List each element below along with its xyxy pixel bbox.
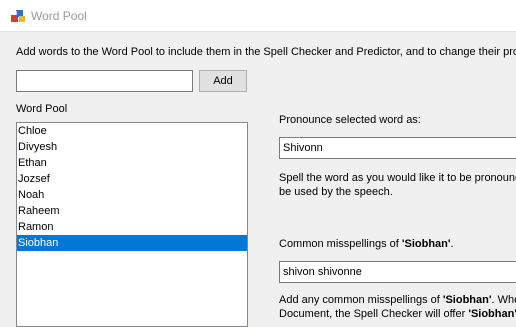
misspellings-label-word: 'Siobhan' [401, 238, 451, 250]
intro-text: Add words to the Word Pool to include th… [16, 46, 516, 58]
window-title: Word Pool [31, 9, 87, 23]
pronounce-input[interactable] [279, 137, 516, 159]
word-pool-item[interactable]: Ramon [17, 219, 247, 235]
word-pool-item[interactable]: Jozsef [17, 171, 247, 187]
help-line2-word: 'Siobhan' [468, 308, 516, 320]
word-pool-item[interactable]: Raheem [17, 203, 247, 219]
word-pool-item[interactable]: Ethan [17, 155, 247, 171]
help-line1-suffix: . Wher [491, 294, 516, 306]
pronounce-label: Pronounce selected word as: [279, 114, 421, 126]
title-bar: Word Pool [0, 0, 516, 32]
word-pool-label: Word Pool [16, 103, 68, 115]
app-icon [11, 10, 25, 22]
misspellings-help-line: Add any common misspellings of 'Siobhan'… [279, 293, 516, 307]
help-line2-prefix: Document, the Spell Checker will offer [279, 308, 469, 320]
misspellings-label-suffix: . [450, 238, 454, 250]
misspellings-input[interactable] [279, 261, 516, 283]
help-line1-word: 'Siobhan' [442, 294, 492, 306]
help-line1-prefix: Add any common misspellings of [279, 294, 443, 306]
word-pool-item[interactable]: Chloe [17, 123, 247, 139]
misspellings-help-line: Document, the Spell Checker will offer '… [279, 307, 516, 321]
misspellings-label-prefix: Common misspellings of [279, 238, 402, 250]
pronounce-help-text: Spell the word as you would like it to b… [279, 171, 516, 199]
word-pool-item[interactable]: Noah [17, 187, 247, 203]
add-button[interactable]: Add [199, 70, 247, 92]
misspellings-help-text: Add any common misspellings of 'Siobhan'… [279, 293, 516, 321]
pronounce-help-line: be used by the speech. [279, 186, 393, 198]
add-word-input[interactable] [16, 70, 193, 92]
misspellings-label: Common misspellings of 'Siobhan'. [279, 238, 454, 250]
word-pool-item[interactable]: Siobhan [17, 235, 247, 251]
pronounce-help-line: Spell the word as you would like it to b… [279, 172, 516, 184]
word-pool-item[interactable]: Divyesh [17, 139, 247, 155]
word-pool-list[interactable]: Chloe Divyesh Ethan Jozsef Noah Raheem R… [16, 122, 248, 327]
